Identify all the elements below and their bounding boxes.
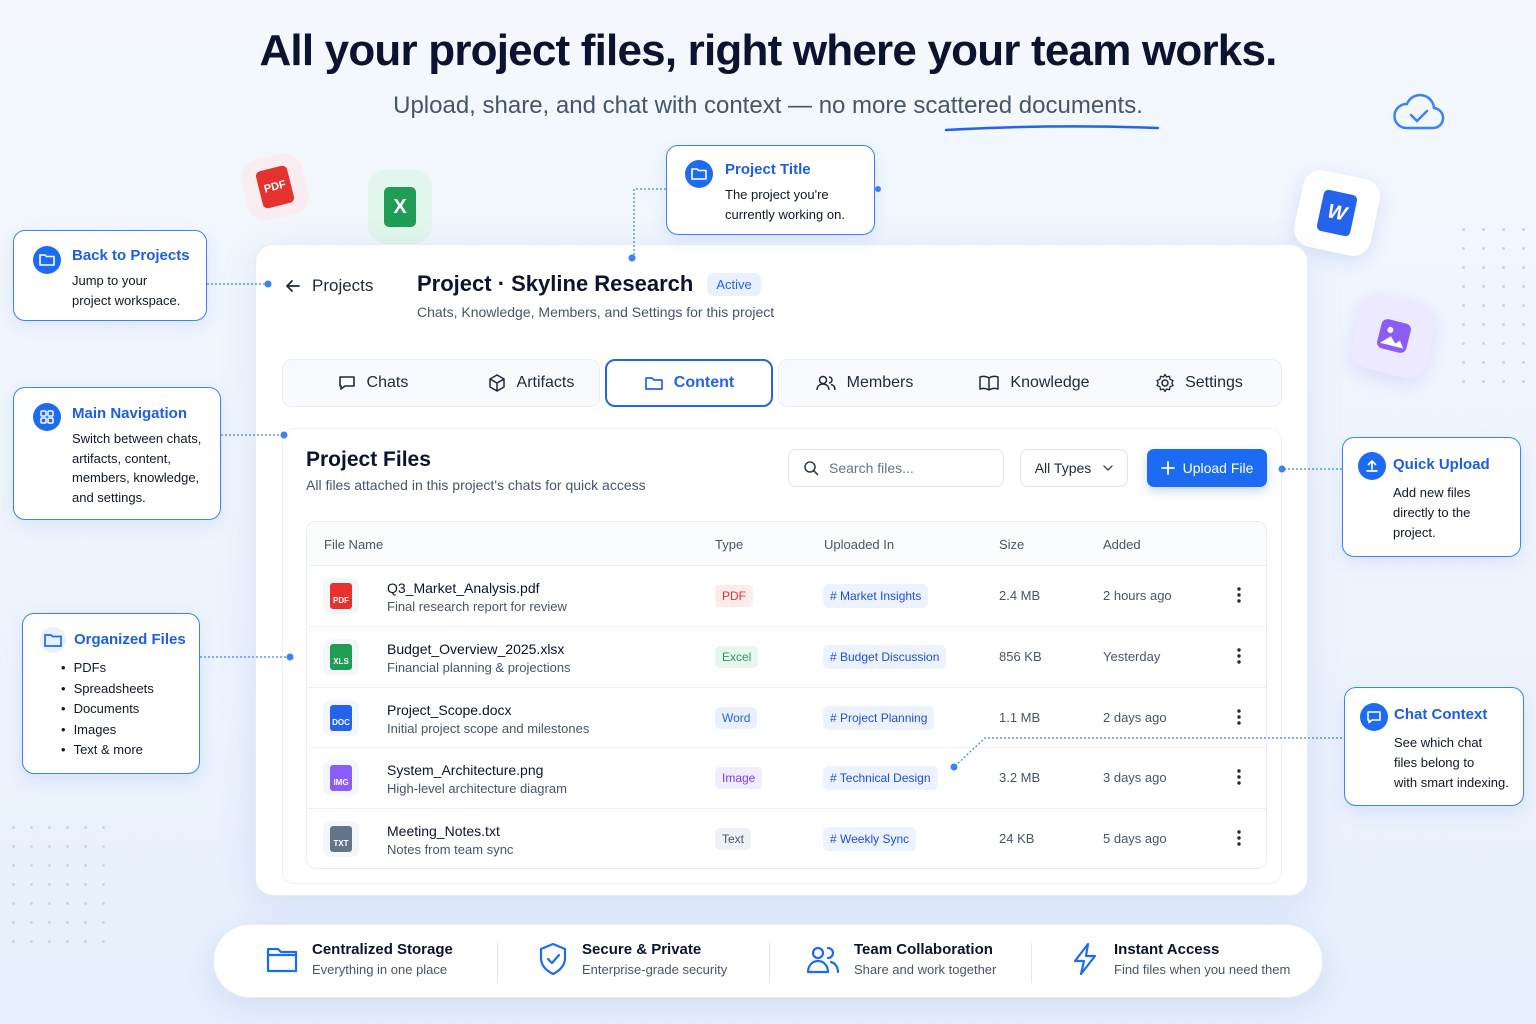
callout-chat-context: Chat Context See which chat files belong… — [1344, 687, 1524, 806]
divider — [769, 943, 770, 983]
feature-secure-private: Secure & Private Enterprise-grade securi… — [538, 941, 727, 977]
organized-list: PDFs Spreadsheets Documents Images Text … — [61, 658, 154, 761]
feature-bar: Centralized Storage Everything in one pl… — [213, 924, 1323, 998]
upload-icon — [1358, 452, 1386, 480]
callout-line: The project you're — [725, 187, 829, 202]
callout-back-to-projects: Back to Projects Jump to your project wo… — [13, 230, 207, 321]
shield-check-icon — [539, 942, 567, 976]
feature-sub: Everything in one place — [312, 962, 448, 977]
callout-upload-body: Add new files directly to the project. — [1393, 483, 1470, 543]
callout-chat-body: See which chat files belong to with smar… — [1394, 733, 1509, 793]
callout-nav-body: Switch between chats, artifacts, content… — [72, 429, 201, 507]
callout-main-navigation: Main Navigation Switch between chats, ar… — [13, 387, 221, 520]
callout-project-title-heading: Project Title — [725, 161, 811, 178]
callout-line: members, knowledge, — [72, 470, 200, 485]
feature-title: Centralized Storage — [312, 941, 453, 958]
feature-title: Team Collaboration — [854, 941, 993, 958]
callout-organized-heading: Organized Files — [74, 631, 186, 648]
callout-back-body: Jump to your project workspace. — [72, 271, 180, 311]
organized-item: PDFs — [61, 658, 154, 679]
callout-line: Jump to your — [72, 273, 148, 288]
callout-chat-heading: Chat Context — [1394, 706, 1488, 723]
callout-line: with smart indexing. — [1394, 775, 1509, 790]
callout-line: Add new files — [1393, 485, 1471, 500]
divider — [1031, 943, 1032, 983]
organized-item: Spreadsheets — [61, 679, 154, 700]
folder-open-icon — [685, 160, 713, 188]
callout-line: artifacts, content, — [72, 450, 171, 466]
folder-icon — [40, 627, 66, 653]
feature-title: Secure & Private — [582, 941, 702, 958]
callout-line: project. — [1393, 525, 1436, 540]
feature-team-collaboration: Team Collaboration Share and work togeth… — [806, 941, 996, 977]
divider — [497, 943, 498, 983]
organized-item: Text & more — [61, 740, 154, 761]
organized-item: Images — [61, 720, 154, 741]
callout-project-title: Project Title The project you're current… — [666, 145, 875, 235]
feature-sub: Find files when you need them — [1114, 962, 1291, 977]
callout-project-title-body: The project you're currently working on. — [725, 185, 845, 225]
lightning-icon — [1073, 942, 1097, 976]
callout-line: directly to the — [1393, 505, 1471, 520]
grid-icon — [33, 403, 61, 431]
organized-item: Documents — [61, 699, 154, 720]
callout-line: files belong to — [1394, 755, 1475, 770]
callout-line: See which chat — [1394, 735, 1483, 750]
feature-centralized-storage: Centralized Storage Everything in one pl… — [266, 941, 453, 977]
feature-instant-access: Instant Access Find files when you need … — [1070, 941, 1290, 977]
callout-back-heading: Back to Projects — [72, 247, 190, 264]
feature-sub: Enterprise-grade security — [582, 962, 728, 977]
callout-upload-heading: Quick Upload — [1393, 456, 1490, 473]
feature-title: Instant Access — [1114, 941, 1220, 958]
callout-quick-upload: Quick Upload Add new files directly to t… — [1342, 437, 1521, 557]
callout-organized-files: Organized Files PDFs Spreadsheets Docume… — [22, 613, 200, 774]
chat-bubble-icon — [1360, 703, 1388, 731]
folder-icon — [266, 947, 298, 973]
callout-line: project workspace. — [72, 293, 181, 308]
callout-line: currently working on. — [725, 207, 845, 222]
callout-line: Switch between chats, — [72, 431, 202, 446]
callout-line: and settings. — [72, 489, 146, 505]
callout-nav-heading: Main Navigation — [72, 405, 188, 422]
users-icon — [806, 946, 840, 974]
folder-icon — [33, 246, 61, 274]
feature-sub: Share and work together — [854, 962, 997, 977]
